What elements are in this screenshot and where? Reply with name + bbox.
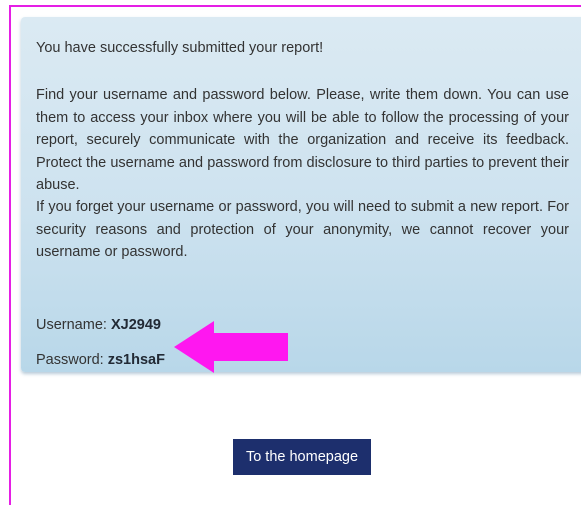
- instructions-paragraph: Find your username and password below. P…: [36, 87, 569, 193]
- homepage-button[interactable]: To the homepage: [233, 439, 371, 475]
- username-row: Username: XJ2949: [36, 317, 161, 333]
- arrow-left-icon: [174, 321, 288, 373]
- recovery-paragraph: If you forget your username or password,…: [36, 199, 569, 260]
- password-label: Password:: [36, 352, 104, 368]
- username-label: Username:: [36, 317, 107, 333]
- success-heading: You have successfully submitted your rep…: [36, 40, 324, 56]
- password-row: Password: zs1hsaF: [36, 352, 165, 368]
- password-value: zs1hsaF: [107, 352, 165, 368]
- username-value: XJ2949: [110, 317, 161, 333]
